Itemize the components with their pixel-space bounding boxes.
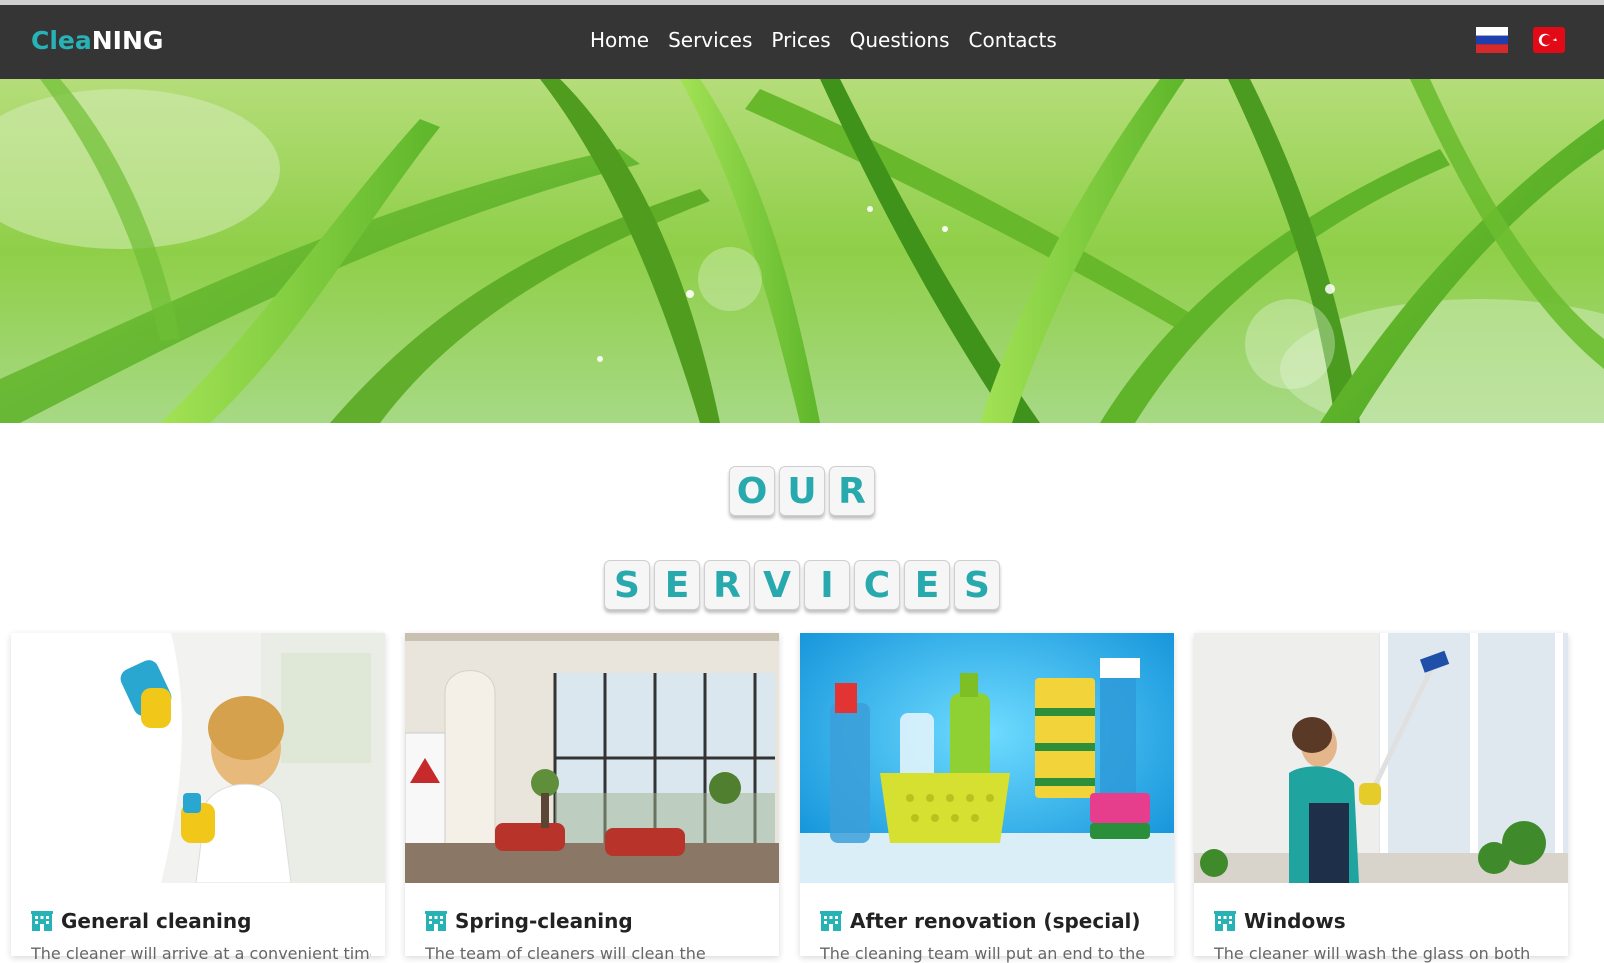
service-description: The team of cleaners will clean the [425,944,706,963]
heading-our: O U R [0,466,1604,516]
building-icon [820,911,842,931]
service-title: General cleaning [61,909,252,933]
service-image-renovation [800,633,1174,883]
service-card-spring[interactable]: Spring-cleaning The team of cleaners wil… [405,633,779,963]
nav-prices[interactable]: Prices [771,28,830,58]
turkey-flag-icon[interactable] [1533,27,1565,53]
service-title-row: Spring-cleaning [425,909,633,933]
heading-tile: V [754,560,800,610]
service-image-windows [1194,633,1568,883]
grass-background [0,79,1604,423]
heading-tile: O [729,466,775,516]
building-icon [425,911,447,931]
logo-part2: NING [91,26,164,55]
service-title: After renovation (special) [850,909,1141,933]
building-icon [1214,911,1236,931]
services-grid: General cleaning The cleaner will arrive… [11,633,1571,963]
navbar: CleaNING Home Services Prices Questions … [0,5,1604,79]
nav-questions[interactable]: Questions [850,28,950,58]
building-icon [31,911,53,931]
nav-services[interactable]: Services [668,28,752,58]
service-title: Spring-cleaning [455,909,633,933]
nav-home[interactable]: Home [590,28,649,58]
heading-tile: S [954,560,1000,610]
service-card-general[interactable]: General cleaning The cleaner will arrive… [11,633,385,963]
service-title: Windows [1244,909,1346,933]
service-card-renovation[interactable]: After renovation (special) The cleaning … [800,633,1174,963]
nav-contacts[interactable]: Contacts [969,28,1057,58]
main-menu: Home Services Prices Questions Contacts [590,28,1076,58]
russian-flag-icon[interactable] [1476,27,1508,53]
heading-tile: E [654,560,700,610]
service-description: The cleaner will wash the glass on both [1214,944,1531,963]
heading-tile: R [829,466,875,516]
hero-banner-image [0,79,1604,423]
service-description: The cleaner will arrive at a convenient … [31,944,371,963]
service-title-row: After renovation (special) [820,909,1141,933]
service-title-row: General cleaning [31,909,251,933]
heading-services: S E R V I C E S [0,560,1604,610]
logo[interactable]: CleaNING [31,26,163,55]
heading-tile: R [704,560,750,610]
logo-part1: Clea [31,26,92,55]
service-card-windows[interactable]: Windows The cleaner will wash the glass … [1194,633,1568,963]
service-title-row: Windows [1214,909,1346,933]
heading-tile: I [804,560,850,610]
heading-tile: S [604,560,650,610]
service-image-general [11,633,385,883]
heading-tile: U [779,466,825,516]
heading-tile: E [904,560,950,610]
service-description: The cleaning team will put an end to the [820,944,1146,963]
heading-tile: C [854,560,900,610]
service-image-spring [405,633,779,883]
